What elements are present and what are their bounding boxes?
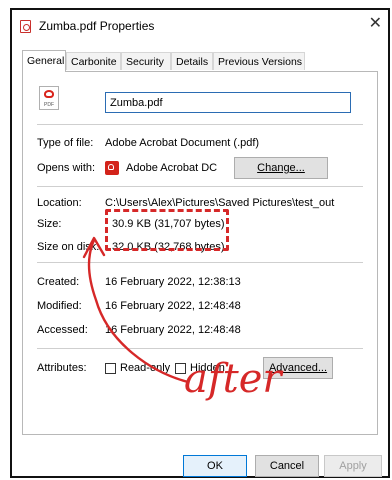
hidden-checkbox[interactable] — [175, 363, 186, 374]
tab-security[interactable]: Security — [121, 52, 171, 70]
location-label: Location: — [37, 197, 82, 209]
size-label: Size: — [37, 218, 62, 230]
window-title: Zumba.pdf Properties — [39, 19, 155, 33]
type-of-file-label: Type of file: — [37, 137, 94, 149]
divider — [37, 262, 363, 263]
divider — [37, 348, 363, 349]
change-button[interactable]: Change... — [234, 157, 328, 179]
divider — [37, 186, 363, 187]
properties-dialog: Zumba.pdf Properties ✕ General Carbonite… — [10, 8, 390, 478]
created-value: 16 February 2022, 12:38:13 — [105, 276, 241, 288]
divider — [37, 124, 363, 125]
file-name-input[interactable] — [105, 92, 351, 113]
type-of-file-value: Adobe Acrobat Document (.pdf) — [105, 137, 260, 149]
tab-previous-versions[interactable]: Previous Versions — [213, 52, 305, 70]
acrobat-icon — [105, 161, 119, 175]
opens-with-value: Adobe Acrobat DC — [126, 162, 218, 174]
hidden-label: Hidden — [190, 362, 225, 374]
tab-carbonite[interactable]: Carbonite — [66, 52, 121, 70]
apply-button[interactable]: Apply — [324, 455, 382, 477]
close-icon[interactable]: ✕ — [369, 16, 382, 32]
tab-details[interactable]: Details — [171, 52, 213, 70]
read-only-label: Read-only — [120, 362, 171, 374]
pdf-file-icon — [20, 20, 31, 33]
advanced-button-label: Advanced... — [268, 362, 328, 374]
size-highlight-box — [105, 209, 229, 251]
opens-with-label: Opens with: — [37, 162, 96, 174]
tab-general[interactable]: General — [22, 50, 66, 72]
size-on-disk-label: Size on disk: — [37, 241, 100, 253]
accessed-value: 16 February 2022, 12:48:48 — [105, 324, 241, 336]
modified-label: Modified: — [37, 300, 82, 312]
read-only-checkbox[interactable] — [105, 363, 116, 374]
ok-button[interactable]: OK — [183, 455, 247, 477]
title-bar: Zumba.pdf Properties ✕ — [12, 10, 388, 42]
pdf-file-icon: PDF — [39, 86, 59, 110]
created-label: Created: — [37, 276, 80, 288]
location-value: C:\Users\Alex\Pictures\Saved Pictures\te… — [105, 197, 335, 209]
general-panel: PDF Type of file: Adobe Acrobat Document… — [22, 71, 378, 435]
modified-value: 16 February 2022, 12:48:48 — [105, 300, 241, 312]
change-button-label: Change... — [257, 162, 305, 174]
advanced-button[interactable]: Advanced... — [263, 357, 333, 379]
attributes-label: Attributes: — [37, 362, 87, 374]
pdf-icon-label: PDF — [44, 102, 54, 108]
accessed-label: Accessed: — [37, 324, 88, 336]
cancel-button[interactable]: Cancel — [255, 455, 319, 477]
